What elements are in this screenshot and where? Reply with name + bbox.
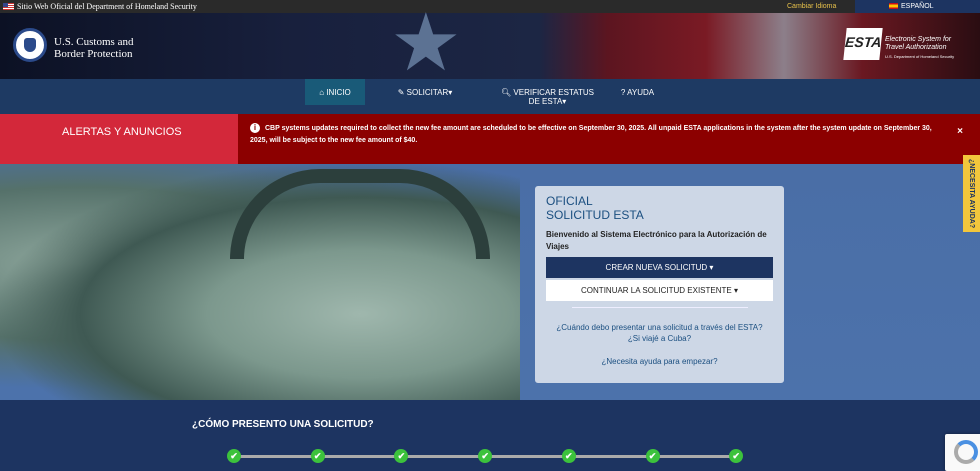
- title-line2: SOLICITUD ESTA: [546, 208, 644, 222]
- nav-label: Ayuda: [627, 88, 655, 97]
- language-label: ESPAÑOL: [901, 3, 934, 10]
- welcome-text: Bienvenido al Sistema Electrónico para l…: [546, 230, 767, 251]
- esta-application-card: OFICIAL SOLICITUD ESTA Bienvenido al Sist…: [535, 186, 784, 383]
- step-check-icon[interactable]: ✔: [310, 449, 325, 463]
- nav-solicitar[interactable]: ✎ Solicitar▾: [385, 79, 465, 105]
- search-icon: 🔍︎: [501, 88, 514, 97]
- step-check-icon[interactable]: ✔: [478, 449, 493, 463]
- official-site-text: Sitio Web Oficial del Department of Home…: [17, 2, 197, 11]
- nav-label: Verificar Estatus de ESTA▾: [513, 88, 594, 106]
- header-banner: ★ U.S. Customs and Border Protection ESTA…: [0, 0, 980, 87]
- esta-logo[interactable]: ESTA Electronic System for Travel Authori…: [843, 28, 965, 68]
- nav-ayuda[interactable]: ? Ayuda: [615, 79, 660, 105]
- continue-existing-application-button[interactable]: CONTINUAR LA SOLICITUD EXISTENTE ▾: [546, 280, 773, 301]
- cbp-logo-text[interactable]: U.S. Customs and Border Protection: [54, 36, 133, 60]
- help-getting-started-link[interactable]: ¿Necesita ayuda para empezar?: [546, 356, 773, 367]
- step-check-icon[interactable]: ✔: [561, 449, 576, 463]
- dhs-seal-logo[interactable]: [13, 28, 47, 62]
- create-new-application-button[interactable]: CREAR NUEVA SOLICITUD ▾: [546, 257, 773, 278]
- title-line1: OFICIAL: [546, 194, 593, 208]
- change-language-link[interactable]: Cambiar Idioma: [787, 0, 836, 13]
- when-to-apply-link[interactable]: ¿Cuándo debo presentar una solicitud a t…: [546, 322, 773, 333]
- recaptcha-badge[interactable]: [945, 434, 980, 471]
- pencil-icon: ✎: [397, 88, 407, 97]
- step-check-icon[interactable]: ✔: [394, 449, 409, 463]
- nav-label: Inicio: [326, 88, 351, 97]
- alert-banner: i CBP systems updates required to collect…: [238, 114, 980, 164]
- info-icon: i: [250, 123, 260, 133]
- nav-verificar-estatus[interactable]: 🔍︎ Verificar Estatus de ESTA▾: [495, 79, 600, 106]
- nav-label: Solicitar▾: [406, 88, 453, 97]
- alert-message: CBP systems updates required to collect …: [250, 125, 932, 144]
- top-bar: Sitio Web Oficial del Department of Home…: [0, 0, 980, 13]
- flag-star-decoration: ★: [390, 0, 462, 87]
- nav-inicio[interactable]: ⌂ Inicio: [305, 79, 365, 105]
- step-check-icon[interactable]: ✔: [645, 449, 660, 463]
- agency-line1: U.S. Customs and: [54, 36, 134, 48]
- esta-name-1: Electronic System for: [885, 36, 952, 43]
- need-help-tab[interactable]: ¿NECESITA AYUDA?: [963, 155, 980, 232]
- esta-name-2: Travel Authorization: [885, 44, 947, 51]
- alerts-heading: ALERTAS Y ANUNCIOS: [0, 114, 238, 164]
- hero-section: [0, 164, 980, 400]
- language-selector[interactable]: ESPAÑOL: [855, 0, 980, 13]
- cuba-travel-link[interactable]: ¿Si viajé a Cuba?: [546, 333, 773, 344]
- step-check-icon[interactable]: ✔: [729, 449, 744, 463]
- statue-of-liberty-image: [0, 164, 520, 400]
- esta-logo-mark: ESTA: [843, 28, 883, 60]
- main-nav: ⌂ Inicio ✎ Solicitar▾ 🔍︎ Verificar Estat…: [0, 79, 980, 114]
- agency-line2: Border Protection: [54, 48, 133, 60]
- divider: [571, 307, 748, 308]
- step-check-icon[interactable]: ✔: [227, 449, 241, 463]
- crown-decoration: [230, 169, 490, 259]
- us-flag-icon: [3, 3, 14, 10]
- esta-dept: U.S. Department of Homeland Security: [885, 54, 955, 59]
- spain-flag-icon: [889, 3, 898, 9]
- card-title: OFICIAL SOLICITUD ESTA: [546, 194, 773, 222]
- close-alert-button[interactable]: ×: [957, 126, 963, 138]
- how-to-apply-heading: ¿CÓMO PRESENTO UNA SOLICITUD?: [192, 419, 374, 430]
